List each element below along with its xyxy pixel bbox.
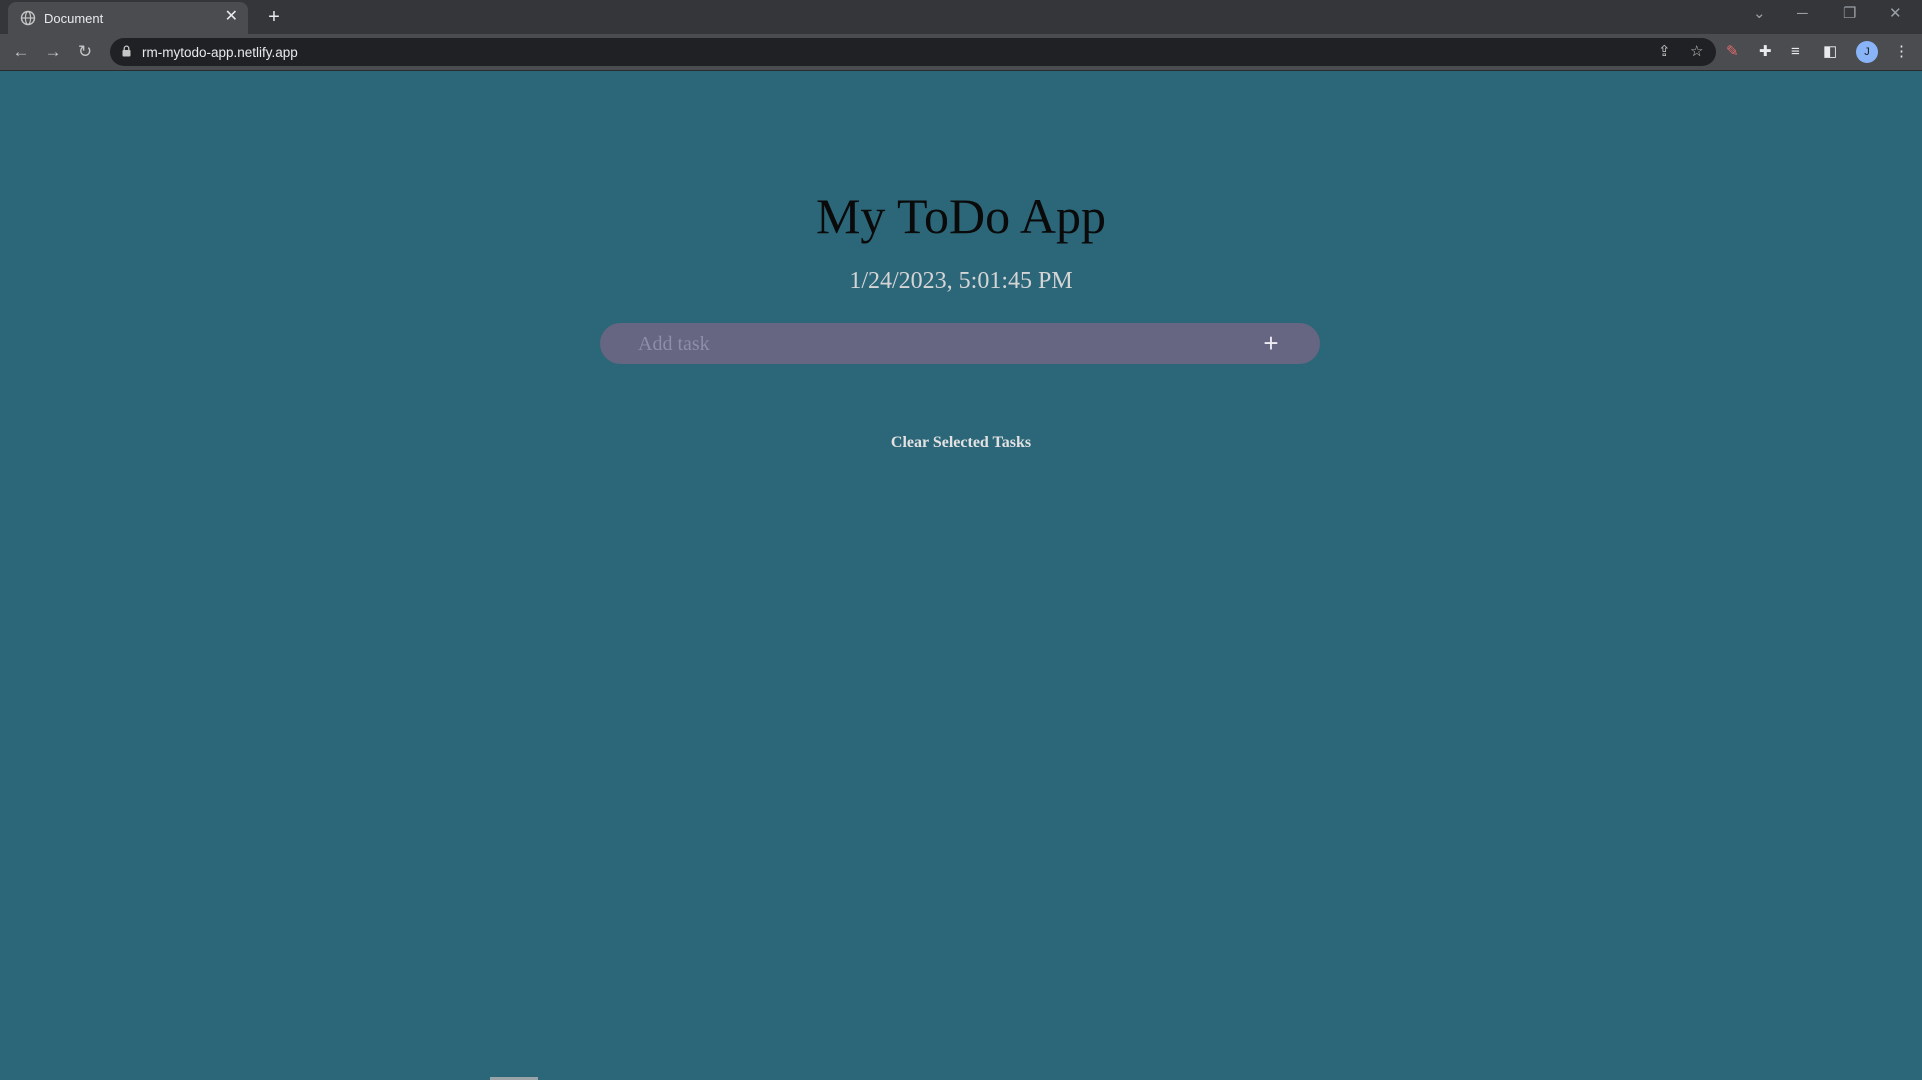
browser-toolbar: ← → ↻ rm-mytodo-app.netlify.app ⇪ ☆ ✎ ✚ … [0,34,1922,71]
address-bar[interactable]: rm-mytodo-app.netlify.app ⇪ ☆ [110,38,1716,66]
tab-search-chevron-icon[interactable]: ⌄ [1753,6,1766,22]
extensions-puzzle-icon[interactable]: ✚ [1759,42,1772,62]
minimize-window-icon[interactable]: ─ [1797,6,1808,22]
add-task-form: + [600,323,1320,364]
url-text: rm-mytodo-app.netlify.app [142,45,298,60]
current-datetime: 1/24/2023, 5:01:45 PM [849,268,1073,294]
tab-title: Document [44,11,104,26]
reload-icon[interactable]: ↻ [75,42,95,62]
browser-tab-document[interactable]: Document ✕ [8,2,248,34]
close-tab-icon[interactable]: ✕ [225,9,238,25]
app-title: My ToDo App [815,188,1107,244]
lock-icon [122,45,131,57]
browser-tab-strip: Document ✕ + ⌄ ─ ❐ ✕ [0,0,1922,34]
clear-selected-tasks-container: Clear Selected Tasks [0,434,1922,452]
forward-arrow-icon[interactable]: → [43,42,63,62]
close-window-icon[interactable]: ✕ [1889,6,1902,22]
restore-window-icon[interactable]: ❐ [1843,6,1856,22]
add-task-input[interactable] [636,327,1240,362]
media-playlist-icon[interactable]: ≡ [1791,42,1800,62]
back-arrow-icon[interactable]: ← [11,42,31,62]
globe-icon [20,10,36,26]
share-icon[interactable]: ⇪ [1658,44,1671,60]
extension-pen-icon[interactable]: ✎ [1726,42,1739,62]
bookmark-star-icon[interactable]: ☆ [1690,44,1703,60]
todo-page: My ToDo App 1/24/2023, 5:01:45 PM + Clea… [0,71,1922,1080]
side-panel-icon[interactable]: ◧ [1823,42,1837,62]
add-task-button[interactable]: + [1256,328,1286,358]
clear-selected-tasks-button[interactable]: Clear Selected Tasks [891,434,1031,451]
new-tab-button[interactable]: + [262,5,286,29]
more-menu-icon[interactable]: ⋮ [1894,42,1909,62]
profile-avatar[interactable]: J [1856,41,1878,63]
